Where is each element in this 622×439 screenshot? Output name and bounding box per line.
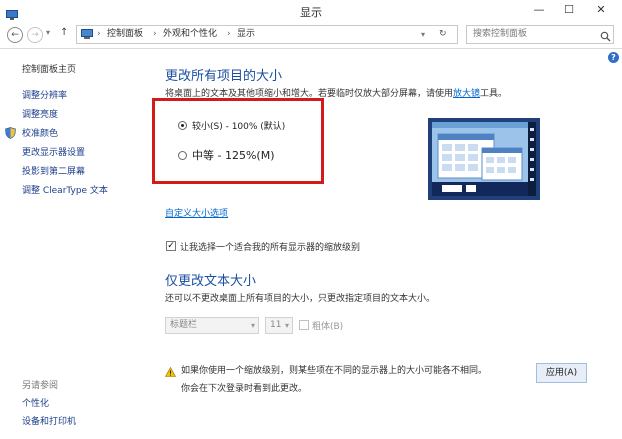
control-panel-icon — [81, 29, 93, 39]
bold-checkbox-label[interactable]: 粗体(B) — [312, 319, 343, 332]
description-text-size: 还可以不更改桌面上所有项目的大小，只更改指定项目的文本大小。 — [165, 294, 436, 304]
heading-change-size: 更改所有项目的大小 — [165, 69, 283, 84]
size-select[interactable]: 11 ▾ — [265, 317, 293, 334]
search-input[interactable]: 搜索控制面板 — [466, 25, 614, 44]
breadcrumb-separator: › — [227, 29, 231, 39]
warning-line-2: 你会在下次登录时看到此更改。 — [181, 384, 308, 394]
element-select-value: 标题栏 — [170, 320, 198, 330]
breadcrumb-control-panel[interactable]: 控制面板 — [107, 26, 143, 43]
warning-icon — [164, 362, 177, 377]
breadcrumb-appearance[interactable]: 外观和个性化 — [163, 26, 217, 43]
apply-button[interactable]: 应用(A) — [536, 363, 587, 383]
minimize-button[interactable]: — — [526, 2, 552, 18]
refresh-button[interactable]: ↻ — [439, 26, 447, 43]
address-dropdown-chevron-icon[interactable]: ▾ — [421, 26, 425, 43]
address-bar[interactable]: › 控制面板 › 外观和个性化 › 显示 ▾ ↻ — [76, 25, 458, 44]
breadcrumb-display[interactable]: 显示 — [237, 26, 255, 43]
sidebar-item-personalization[interactable]: 个性化 — [22, 396, 49, 409]
breadcrumb-separator: › — [97, 29, 101, 39]
help-icon[interactable]: ? — [608, 52, 619, 63]
scaling-checkbox-label[interactable]: 让我选择一个适合我的所有显示器的缩放级别 — [180, 240, 360, 253]
see-also-heading: 另请参阅 — [22, 381, 59, 391]
recent-pages-chevron-icon[interactable]: ▾ — [46, 28, 50, 37]
display-preview-image — [428, 118, 540, 200]
description-suffix: 工具。 — [480, 89, 508, 99]
sidebar-item-control-panel-home[interactable]: 控制面板主页 — [22, 62, 76, 75]
sidebar-item-adjust-brightness[interactable]: 调整亮度 — [22, 107, 58, 120]
breadcrumb-separator: › — [153, 29, 157, 39]
bold-checkbox[interactable] — [299, 320, 309, 330]
address-toolbar: ← → ▾ ↑ › 控制面板 › 外观和个性化 › 显示 ▾ ↻ 搜索控制面板 — [0, 22, 622, 49]
scaling-checkbox[interactable]: ✓ — [166, 241, 176, 251]
chevron-down-icon: ▾ — [284, 321, 289, 330]
app-icon — [6, 5, 18, 20]
up-button[interactable]: ↑ — [60, 27, 68, 38]
element-select[interactable]: 标题栏 ▾ — [165, 317, 259, 334]
magnifier-link[interactable]: 放大镜 — [453, 89, 480, 99]
highlight-box — [152, 98, 324, 184]
close-button[interactable]: ✕ — [588, 2, 614, 18]
sidebar-item-project-second-screen[interactable]: 投影到第二屏幕 — [22, 164, 85, 177]
title-bar: 显示 — ☐ ✕ — [0, 0, 622, 23]
back-button[interactable]: ← — [7, 27, 23, 43]
search-icon[interactable] — [600, 27, 611, 42]
custom-size-link[interactable]: 自定义大小选项 — [165, 206, 228, 219]
maximize-button[interactable]: ☐ — [556, 2, 582, 18]
chevron-down-icon: ▾ — [250, 321, 255, 330]
sidebar-item-cleartype[interactable]: 调整 ClearType 文本 — [22, 183, 108, 196]
sidebar-item-devices-printers[interactable]: 设备和打印机 — [22, 414, 76, 427]
warning-line-1: 如果你使用一个缩放级别，则某些项在不同的显示器上的大小可能各不相同。 — [181, 366, 488, 376]
sidebar-item-adjust-resolution[interactable]: 调整分辨率 — [22, 88, 67, 101]
heading-text-size: 仅更改文本大小 — [165, 274, 257, 289]
shield-icon — [5, 124, 16, 139]
forward-button[interactable]: → — [27, 27, 43, 43]
sidebar-item-change-display-settings[interactable]: 更改显示器设置 — [22, 145, 85, 158]
sidebar-item-calibrate-color[interactable]: 校准颜色 — [22, 126, 58, 139]
size-select-value: 11 — [270, 320, 282, 330]
